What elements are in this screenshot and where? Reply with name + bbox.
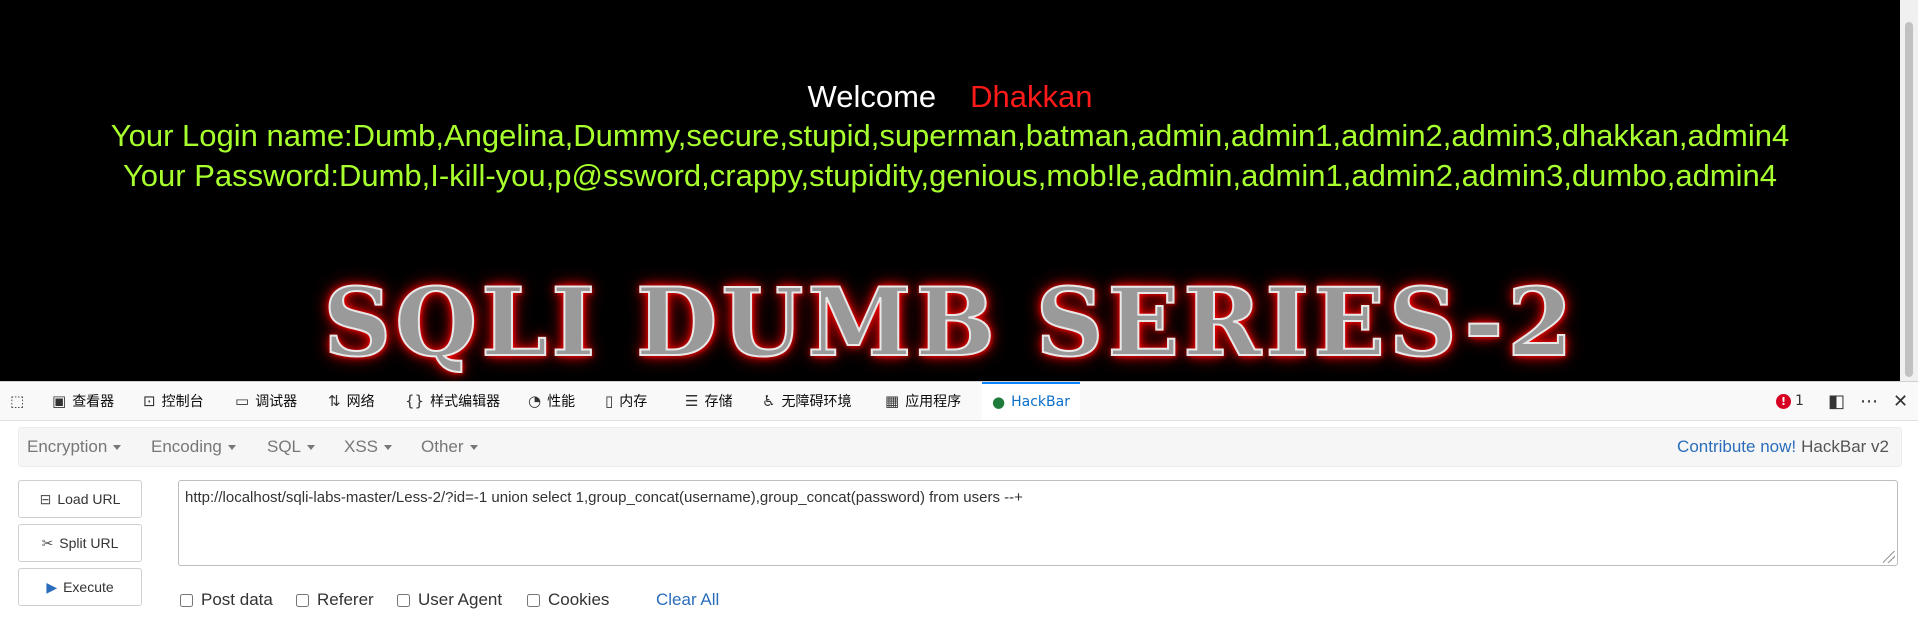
menu-label: SQL bbox=[267, 437, 302, 456]
tab-label: 控制台 bbox=[161, 394, 204, 410]
element-picker-button[interactable]: ⬚ bbox=[10, 382, 24, 420]
devtools-toolbar: ⬚ ▣ 查看器 ⊡ 控制台 ▭ 调试器 ⇅ 网络 {} 样式编辑器 ◔ 性能 ▯… bbox=[0, 382, 1918, 421]
button-label: Split URL bbox=[59, 535, 119, 551]
dock-icon: ◧ bbox=[1828, 390, 1846, 412]
tab-inspector[interactable]: ▣ 查看器 bbox=[52, 382, 114, 420]
post-data-checkbox[interactable] bbox=[180, 593, 193, 607]
option-label: Referer bbox=[317, 590, 374, 609]
tab-label: 内存 bbox=[619, 394, 648, 410]
login-name-line: Your Login name:Dumb,Angelina,Dummy,secu… bbox=[110, 118, 1790, 153]
tab-label: 性能 bbox=[547, 394, 576, 410]
tab-application[interactable]: ▦ 应用程序 bbox=[885, 382, 961, 420]
tab-label: 应用程序 bbox=[905, 394, 962, 410]
hackbar-version: HackBar v2 bbox=[1801, 437, 1889, 456]
tab-label: 查看器 bbox=[72, 394, 115, 410]
caret-down-icon bbox=[384, 444, 393, 450]
more-options-button[interactable]: ⋯ bbox=[1860, 382, 1878, 420]
referer-option[interactable]: Referer bbox=[296, 590, 374, 610]
option-label: Cookies bbox=[548, 590, 610, 609]
load-icon: ⊟ bbox=[39, 490, 52, 507]
network-icon: ⇅ bbox=[328, 392, 341, 410]
split-url-button[interactable]: ✂ Split URL bbox=[18, 524, 142, 562]
contribute-link[interactable]: Contribute now! bbox=[1677, 437, 1796, 457]
scissors-icon: ✂ bbox=[41, 534, 54, 551]
debugger-icon: ▭ bbox=[235, 392, 250, 410]
hackbar-menubar: Encryption Encoding SQL XSS Other Contri… bbox=[18, 427, 1902, 467]
error-icon: ! bbox=[1776, 393, 1791, 409]
tab-accessibility[interactable]: ♿ 无障碍环境 bbox=[762, 382, 851, 420]
menu-sql[interactable]: SQL bbox=[267, 428, 316, 466]
button-label: Execute bbox=[63, 579, 114, 595]
application-icon: ▦ bbox=[885, 392, 900, 410]
contribute-area: Contribute now! HackBar v2 bbox=[1677, 428, 1889, 466]
menu-label: Encryption bbox=[27, 437, 108, 456]
hackbar-icon: ● bbox=[992, 393, 1006, 411]
tab-performance[interactable]: ◔ 性能 bbox=[528, 382, 575, 420]
cookies-checkbox[interactable] bbox=[527, 593, 540, 607]
storage-icon: ☰ bbox=[685, 392, 699, 410]
post-data-option[interactable]: Post data bbox=[180, 590, 273, 610]
caret-down-icon bbox=[469, 444, 478, 450]
tab-style-editor[interactable]: {} 样式编辑器 bbox=[405, 382, 500, 420]
password-line: Your Password:Dumb,I-kill-you,p@ssword,c… bbox=[122, 158, 1778, 193]
caret-down-icon bbox=[307, 444, 316, 450]
url-text: http://localhost/sqli-labs-master/Less-2… bbox=[185, 489, 1023, 506]
error-count: 1 bbox=[1795, 393, 1804, 409]
tab-hackbar[interactable]: ● HackBar bbox=[982, 382, 1080, 420]
load-url-button[interactable]: ⊟ Load URL bbox=[18, 480, 142, 518]
error-counter[interactable]: ! 1 bbox=[1776, 382, 1804, 420]
menu-encoding[interactable]: Encoding bbox=[151, 428, 236, 466]
url-textarea[interactable]: http://localhost/sqli-labs-master/Less-2… bbox=[178, 480, 1898, 566]
referer-checkbox[interactable] bbox=[296, 593, 309, 607]
console-icon: ⊡ bbox=[143, 392, 156, 410]
tab-debugger[interactable]: ▭ 调试器 bbox=[235, 382, 297, 420]
tab-label: 网络 bbox=[346, 394, 375, 410]
tab-label: 样式编辑器 bbox=[430, 394, 501, 410]
welcome-user: Dhakkan bbox=[970, 79, 1093, 114]
menu-other[interactable]: Other bbox=[421, 428, 478, 466]
tab-memory[interactable]: ▯ 内存 bbox=[605, 382, 647, 420]
scrollbar-thumb[interactable] bbox=[1905, 22, 1913, 377]
execute-button[interactable]: ▶ Execute bbox=[18, 568, 142, 606]
welcome-text: Welcome bbox=[807, 79, 937, 114]
menu-xss[interactable]: XSS bbox=[344, 428, 393, 466]
menu-label: XSS bbox=[344, 437, 379, 456]
tab-storage[interactable]: ☰ 存储 bbox=[685, 382, 732, 420]
tab-network[interactable]: ⇅ 网络 bbox=[328, 382, 375, 420]
user-agent-option[interactable]: User Agent bbox=[397, 590, 502, 610]
caret-down-icon bbox=[227, 444, 236, 450]
tab-console[interactable]: ⊡ 控制台 bbox=[143, 382, 204, 420]
cookies-option[interactable]: Cookies bbox=[527, 590, 609, 610]
user-agent-checkbox[interactable] bbox=[397, 593, 410, 607]
play-icon: ▶ bbox=[46, 578, 58, 595]
button-label: Load URL bbox=[57, 491, 121, 507]
tab-label: 存储 bbox=[704, 394, 733, 410]
option-label: Post data bbox=[201, 590, 273, 609]
tab-label: HackBar bbox=[1011, 394, 1070, 410]
more-icon: ⋯ bbox=[1860, 390, 1878, 412]
close-icon: ✕ bbox=[1893, 390, 1909, 412]
menu-label: Encoding bbox=[151, 437, 222, 456]
option-label: User Agent bbox=[418, 590, 503, 609]
style-editor-icon: {} bbox=[405, 392, 425, 410]
menu-label: Other bbox=[421, 437, 464, 456]
clear-all-link[interactable]: Clear All bbox=[656, 590, 719, 610]
accessibility-icon: ♿ bbox=[762, 392, 776, 410]
sqli-banner-logo: SQLI DUMB SERIES-2 bbox=[322, 267, 1577, 379]
page-viewport: Welcome Dhakkan Your Login name:Dumb,Ange… bbox=[0, 0, 1900, 381]
welcome-line: Welcome Dhakkan bbox=[0, 79, 1900, 115]
memory-icon: ▯ bbox=[605, 392, 614, 410]
inspector-icon: ▣ bbox=[52, 392, 67, 410]
dock-side-button[interactable]: ◧ bbox=[1828, 382, 1845, 420]
performance-icon: ◔ bbox=[528, 392, 542, 410]
element-picker-icon: ⬚ bbox=[10, 392, 25, 410]
devtools-panel: ⬚ ▣ 查看器 ⊡ 控制台 ▭ 调试器 ⇅ 网络 {} 样式编辑器 ◔ 性能 ▯… bbox=[0, 381, 1918, 621]
caret-down-icon bbox=[113, 444, 122, 450]
menu-encryption[interactable]: Encryption bbox=[27, 428, 122, 466]
tab-label: 无障碍环境 bbox=[781, 394, 852, 410]
page-scrollbar[interactable] bbox=[1900, 0, 1918, 381]
close-devtools-button[interactable]: ✕ bbox=[1893, 382, 1908, 420]
tab-label: 调试器 bbox=[255, 394, 298, 410]
resize-grip-icon[interactable] bbox=[1883, 551, 1895, 563]
